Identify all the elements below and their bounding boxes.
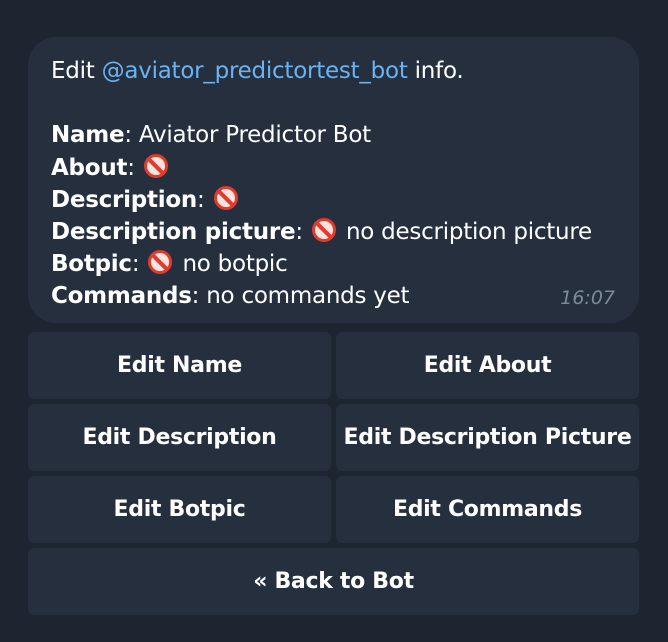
about-line: About: [51,152,617,184]
edit-botpic-button[interactable]: Edit Botpic [28,476,331,543]
bot-mention-link[interactable]: @aviator_predictortest_bot [102,58,408,84]
no-entry-icon [311,218,336,242]
botpic-label: Botpic [51,251,132,278]
name-sep: : [124,122,139,149]
name-label: Name [51,122,125,149]
intro-suffix: info. [407,58,464,84]
botpic-line: Botpic: no botpic [51,248,617,280]
commands-label: Commands [51,283,192,310]
message-intro: Edit @aviator_predictortest_bot info. [51,55,617,87]
commands-value: no commands yet [206,283,410,310]
edit-commands-button[interactable]: Edit Commands [336,476,639,543]
description-picture-label: Description picture [51,219,296,245]
name-line: Name: Aviator Predictor Bot [51,119,617,151]
commands-sep: : [191,283,207,310]
description-sep: : [197,186,212,213]
back-to-bot-button[interactable]: « Back to Bot [28,548,639,615]
name-value: Aviator Predictor Bot [138,122,371,149]
edit-description-picture-button[interactable]: Edit Description Picture [336,404,639,471]
no-entry-icon [143,153,168,178]
botpic-value: no botpic [182,251,288,278]
description-picture-sep: : [295,219,310,245]
no-entry-icon [213,185,238,210]
description-picture-value: no description picture [345,219,592,245]
edit-name-button[interactable]: Edit Name [28,332,331,399]
botpic-sep: : [131,251,147,278]
about-label: About [51,154,128,181]
bot-message: Edit @aviator_predictortest_bot info. Na… [28,37,639,323]
edit-description-button[interactable]: Edit Description [28,404,331,471]
message-time: 16:07 [560,287,615,309]
description-picture-line: Description picture: no description pict… [51,216,617,248]
no-entry-icon [148,250,173,275]
commands-line: Commands: no commands yet [51,280,617,312]
about-sep: : [127,154,142,181]
edit-about-button[interactable]: Edit About [336,332,639,399]
intro-prefix: Edit [51,58,102,84]
description-label: Description [51,186,198,213]
description-line: Description: [51,184,617,216]
